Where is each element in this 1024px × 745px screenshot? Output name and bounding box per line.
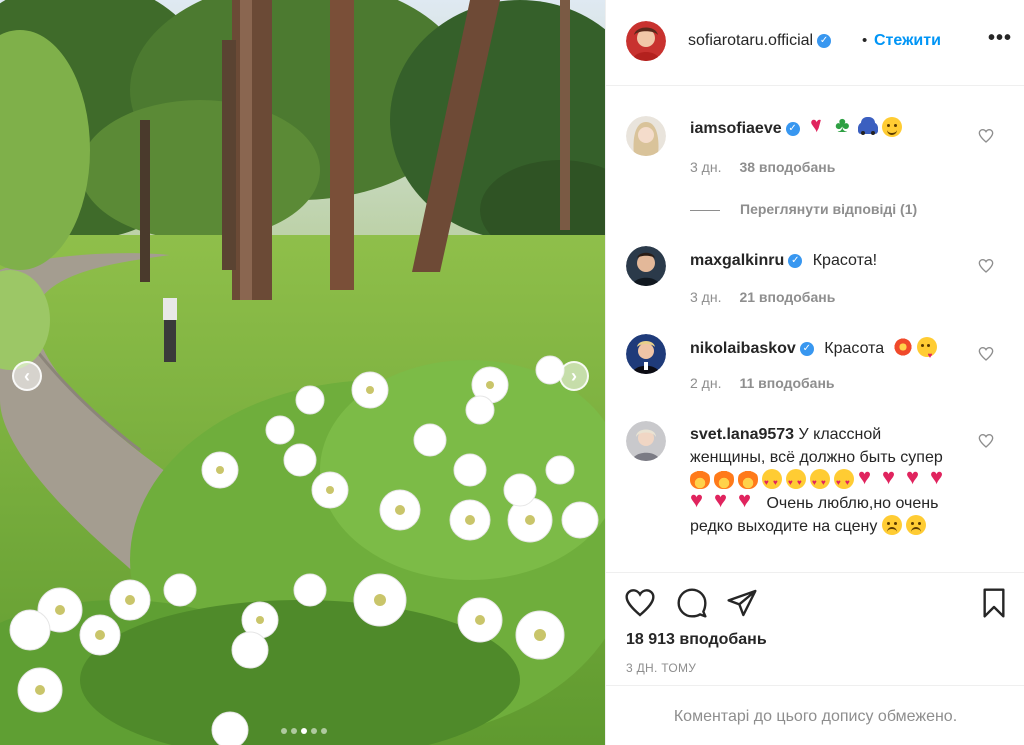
comment-like-heart-icon[interactable] [978,258,994,274]
red-heart-emoji [882,465,902,489]
comment-bubble-icon[interactable] [676,587,708,619]
verified-badge-icon: ✓ [799,341,814,356]
commenter-username[interactable]: maxgalkinru [690,252,784,269]
carousel-prev-button[interactable]: ‹ [12,361,42,391]
red-heart-emoji [906,465,926,489]
comment-age: 2 дн. [690,375,722,391]
comment-text: nikolaibaskov ✓ Красота [690,337,970,367]
comment-body: Красота! [812,252,878,269]
heart-eyes-emoji [810,469,830,494]
fire-emoji [714,469,734,489]
fire-emoji [738,469,758,489]
broken-heart-emoji [810,113,830,137]
red-heart-emoji [690,488,710,512]
heart-eyes-emoji [786,469,806,494]
heart-eyes-emoji [762,469,782,494]
commenter-avatar[interactable] [626,421,666,461]
header-separator: • [862,32,868,49]
share-paper-plane-icon[interactable] [726,587,758,619]
comment-meta: 3 дн. 38 вподобань [690,159,835,175]
chevron-left-icon: ‹ [24,366,30,386]
car-emoji [858,117,879,135]
comment-meta: 3 дн. 21 вподобань [690,289,835,305]
bookmark-save-icon[interactable] [978,587,1010,619]
comment-age: 3 дн. [690,289,722,305]
post-timestamp[interactable]: 3 ДН. ТОМУ [626,661,696,675]
post-likes-count[interactable]: 18 913 вподобань [626,631,767,649]
verified-badge-icon: ✓ [785,121,800,136]
red-heart-emoji [930,465,950,489]
comment-likes-count[interactable]: 21 вподобань [739,289,835,305]
comment-text: maxgalkinru ✓ Красота! [690,249,970,272]
post-actions: 18 913 вподобань 3 ДН. ТОМУ Коментарі до… [606,572,1024,745]
author-avatar[interactable] [626,21,666,61]
comment-likes-count[interactable]: 38 вподобань [739,159,835,175]
post-photo[interactable]: ‹ › [0,0,605,745]
chevron-right-icon: › [571,366,577,386]
comments-restricted-notice: Коментарі до цього допису обмежено. [606,685,1024,745]
post-header: sofiarotaru.official ✓ • Стежити ••• [606,0,1024,86]
commenter-avatar[interactable] [626,116,666,156]
comment-emojis [810,113,906,137]
commenter-avatar[interactable] [626,246,666,286]
commenter-username[interactable]: iamsofiaeve [690,120,782,137]
comment-text: svet.lana9573 У классной женщины, всё до… [690,423,960,538]
comment-like-heart-icon[interactable] [978,346,994,362]
post-details-panel: sofiarotaru.official ✓ • Стежити ••• iams… [605,0,1024,745]
kiss-emoji [916,337,937,367]
smiling-hearts-emoji [882,117,903,137]
sad-face-emoji [881,515,902,535]
red-heart-emoji [714,488,734,512]
comments-list[interactable]: iamsofiaeve✓ 3 дн.38 вподобань Перегляну… [606,86,1024,572]
comment-body: Красота [824,340,885,357]
follow-button[interactable]: Стежити [874,32,941,50]
fire-emoji [690,469,710,489]
view-replies-button[interactable]: Переглянути відповіді (1) [690,201,917,217]
comment-meta: 2 дн. 11 вподобань [690,375,835,391]
comment-like-heart-icon[interactable] [978,433,994,449]
comment-age: 3 дн. [690,159,722,175]
commenter-avatar[interactable] [626,334,666,374]
carousel-dot-active [301,728,307,734]
more-options-icon[interactable]: ••• [988,27,1012,50]
sad-face-emoji [905,515,926,535]
carousel-next-button[interactable]: › [559,361,589,391]
commenter-username[interactable]: nikolaibaskov [690,340,796,357]
like-heart-icon[interactable] [624,587,656,619]
heart-eyes-emoji [834,469,854,494]
comment-text: iamsofiaeve ✓ [690,113,970,140]
red-heart-emoji [858,465,878,489]
garden-photo-illustration [0,0,605,745]
verified-badge-icon: ✓ [788,253,803,268]
red-heart-emoji [738,488,758,512]
comment-likes-count[interactable]: 11 вподобань [739,375,834,391]
author-username: sofiarotaru.official [688,32,814,49]
replies-divider-line [690,209,720,211]
collision-emoji [892,337,913,357]
clover-emoji [834,113,854,137]
verified-badge-icon: ✓ [817,33,832,48]
commenter-username[interactable]: svet.lana9573 [690,426,794,443]
comment-like-heart-icon[interactable] [978,128,994,144]
author-username-link[interactable]: sofiarotaru.official ✓ [688,32,832,50]
